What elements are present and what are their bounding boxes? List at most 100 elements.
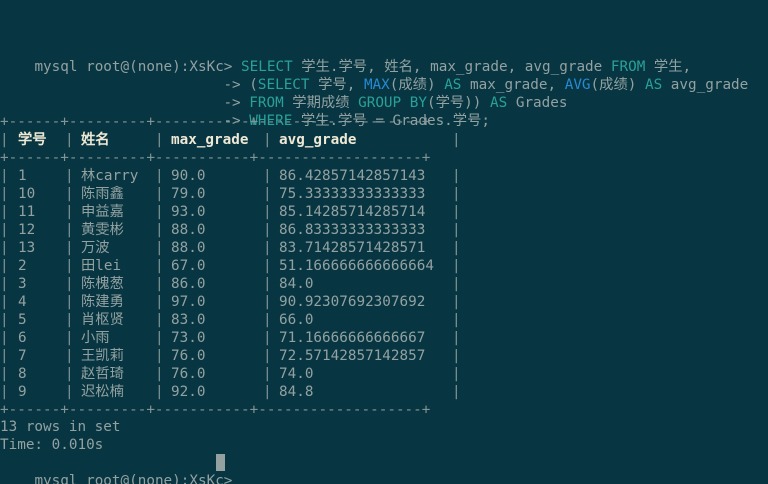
table-cell: 11 [18,204,36,220]
table-cell: 93.0 [171,204,206,220]
column-separator: | [263,240,272,256]
column-separator: | [155,276,164,292]
query-time-text: Time: 0.010s [0,437,104,453]
column-separator: | [155,222,164,238]
input-prompt[interactable]: mysql root@(none):XsKc> [0,454,241,484]
query-line-1: mysql root@(none):XsKc> SELECT 学生.学号, 姓名… [0,40,691,75]
table-cell: 88.0 [171,222,206,238]
column-separator: | [263,330,272,346]
table-cell: 赵哲琦 [81,366,124,382]
column-separator: | [65,276,74,292]
column-header: 学号 [18,132,47,148]
column-separator: | [155,384,164,400]
column-separator: | [452,204,461,220]
column-separator: | [0,186,9,202]
table-cell: 1 [18,168,27,184]
column-separator: | [155,132,164,148]
column-separator: | [452,294,461,310]
column-separator: | [155,312,164,328]
column-separator: | [0,240,9,256]
table-cell: 林carry [81,168,139,184]
column-separator: | [0,276,9,292]
column-separator: | [263,366,272,382]
table-cell: 74.0 [279,366,314,382]
column-separator: | [155,240,164,256]
table-cell: 86.42857142857143 [279,168,426,184]
table-cell: 84.8 [279,384,314,400]
table-cell: 75.33333333333333 [279,186,426,202]
column-separator: | [65,384,74,400]
rows-count-text: 13 rows in set [0,419,121,435]
column-separator: | [263,132,272,148]
table-cell: 5 [18,312,27,328]
sql-text: (成绩) [590,77,645,93]
table-cell: 72.57142857142857 [279,348,426,364]
column-separator: | [263,348,272,364]
column-separator: | [452,168,461,184]
table-cell: 85.14285714285714 [279,204,426,220]
column-separator: | [263,384,272,400]
table-cell: 83.0 [171,312,206,328]
table-cell: 黄雯彬 [81,222,124,238]
column-separator: | [263,258,272,274]
column-separator: | [0,258,9,274]
table-cell: 6 [18,330,27,346]
table-cell: 92.0 [171,384,206,400]
column-separator: | [452,276,461,292]
table-cell: 12 [18,222,36,238]
terminal-window[interactable]: mysql root@(none):XsKc> SELECT 学生.学号, 姓名… [0,0,768,484]
prompt-text: mysql root@(none):XsKc> [34,473,242,484]
column-separator: | [155,330,164,346]
table-cell: 76.0 [171,348,206,364]
table-cell: 8 [18,366,27,382]
column-separator: | [452,348,461,364]
column-separator: | [263,186,272,202]
sql-text: avg_grade [662,77,749,93]
column-separator: | [263,222,272,238]
table-cell: 万波 [81,240,110,256]
column-separator: | [0,132,9,148]
column-separator: | [65,240,74,256]
table-border: +------+---------+-----------+----------… [0,402,431,418]
table-cell: 4 [18,294,27,310]
table-cell: 79.0 [171,186,206,202]
column-separator: | [155,348,164,364]
column-separator: | [263,168,272,184]
table-cell: 90.92307692307692 [279,294,426,310]
table-cell: 3 [18,276,27,292]
column-separator: | [65,366,74,382]
column-separator: | [452,222,461,238]
table-cell: 田lei [81,258,122,274]
column-separator: | [0,330,9,346]
table-cell: 肖枢贤 [81,312,124,328]
table-cell: 90.0 [171,168,206,184]
column-header: 姓名 [81,132,110,148]
column-separator: | [0,204,9,220]
table-cell: 66.0 [279,312,314,328]
column-separator: | [0,222,9,238]
column-separator: | [0,168,9,184]
column-separator: | [65,204,74,220]
sql-function: AVG [564,77,591,93]
table-border: +------+---------+-----------+----------… [0,114,431,130]
table-cell: 迟松楠 [81,384,124,400]
column-separator: | [452,366,461,382]
table-cell: 84.0 [279,276,314,292]
table-cell: 9 [18,384,27,400]
table-cell: 76.0 [171,366,206,382]
table-cell: 13 [18,240,36,256]
table-cell: 67.0 [171,258,206,274]
column-separator: | [452,240,461,256]
column-separator: | [452,384,461,400]
table-cell: 83.71428571428571 [279,240,426,256]
column-separator: | [0,366,9,382]
column-separator: | [155,204,164,220]
sql-keyword: AS [490,95,508,111]
column-separator: | [155,168,164,184]
column-separator: | [65,312,74,328]
query-line-4: -> WHERE 学生.学号 = Grades.学号; [189,94,490,129]
column-separator: | [0,348,9,364]
table-cell: 10 [18,186,36,202]
column-separator: | [155,258,164,274]
table-cell: 86.0 [171,276,206,292]
